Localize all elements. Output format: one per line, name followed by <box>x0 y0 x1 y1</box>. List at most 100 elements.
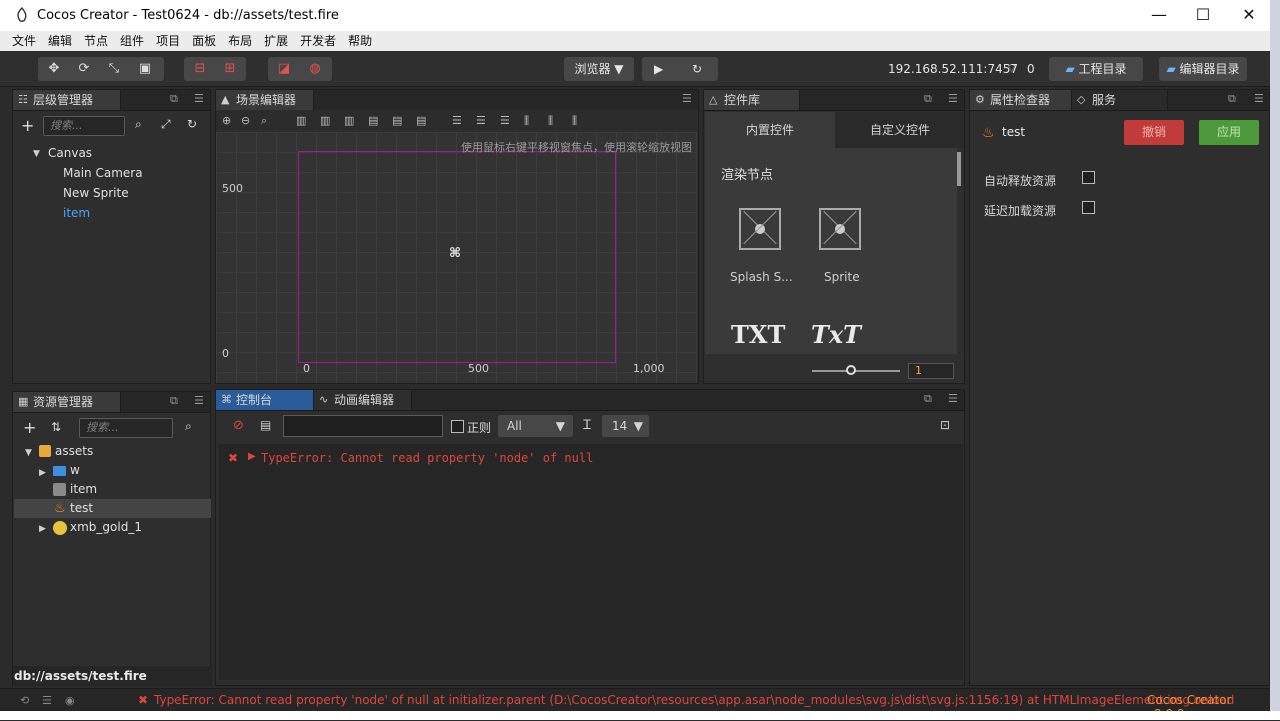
panel-menu-icon[interactable]: ☰ <box>1254 92 1264 105</box>
menu-component[interactable]: 组件 <box>114 31 150 51</box>
zoom-slider-thumb[interactable] <box>846 365 856 375</box>
zoom-in-icon[interactable]: ⊕ <box>222 114 231 127</box>
tab-custom-widgets[interactable]: 自定义控件 <box>835 112 964 148</box>
expand-caret-icon[interactable]: ▶ <box>248 451 256 462</box>
zoom-slider-track[interactable] <box>812 370 900 372</box>
move-tool-icon[interactable]: ✥ <box>41 57 67 81</box>
align-vcenter-icon[interactable]: ▥ <box>320 114 330 127</box>
popout-icon[interactable]: ⧉ <box>924 92 932 106</box>
distribute-vcenter-icon[interactable]: ☰ <box>476 114 486 127</box>
menu-help[interactable]: 帮助 <box>342 31 378 51</box>
align-right-icon[interactable]: ▤ <box>416 114 426 127</box>
distribute-hcenter-icon[interactable]: ⫼ <box>548 114 553 128</box>
rotate-tool-icon[interactable]: ⟳ <box>71 57 97 81</box>
asset-scene-test[interactable]: test <box>70 501 93 515</box>
tab-hierarchy[interactable]: ☷ 层级管理器 <box>13 90 121 110</box>
align-bottom-icon[interactable]: ▥ <box>344 114 354 127</box>
sort-icon[interactable]: ⇅ <box>51 420 61 434</box>
menu-layout[interactable]: 布局 <box>222 31 258 51</box>
node-gizmo-icon[interactable]: ⌘ <box>449 246 461 261</box>
node-canvas[interactable]: Canvas <box>48 146 92 160</box>
status-refresh-icon[interactable]: ⟲ <box>20 694 29 707</box>
search-icon[interactable]: ⌕ <box>135 117 142 132</box>
node-item[interactable]: item <box>63 206 90 220</box>
popout-icon[interactable]: ⧉ <box>170 92 178 106</box>
log-level-select[interactable]: All ▼ <box>498 415 573 437</box>
caret-down-icon[interactable]: ▼ <box>33 149 40 159</box>
maximize-button[interactable]: ☐ <box>1180 0 1226 31</box>
gizmo-2d-icon[interactable]: ◪ <box>271 57 297 81</box>
distribute-bottom-icon[interactable]: ☰ <box>500 114 510 127</box>
align-hcenter-icon[interactable]: ▤ <box>392 114 402 127</box>
preview-platform-select[interactable]: 浏览器 ▼ <box>564 57 634 81</box>
tab-scene[interactable]: ▲ 场景编辑器 <box>216 90 314 110</box>
panel-menu-icon[interactable]: ☰ <box>194 92 204 105</box>
revert-button[interactable]: 撤销 <box>1124 120 1184 145</box>
menu-extension[interactable]: 扩展 <box>258 31 294 51</box>
align-left-icon[interactable]: ▤ <box>368 114 378 127</box>
menu-node[interactable]: 节点 <box>78 31 114 51</box>
label-widget-icon[interactable]: TXT <box>731 320 785 349</box>
pivot-local-icon[interactable]: ⊟ <box>187 57 213 81</box>
apply-button[interactable]: 应用 <box>1199 120 1259 145</box>
panel-menu-icon[interactable]: ☰ <box>948 92 958 105</box>
splash-sprite-icon[interactable] <box>739 208 781 250</box>
pivot-center-icon[interactable]: ⊞ <box>217 57 243 81</box>
tab-console[interactable]: ⌘ 控制台 <box>216 390 314 410</box>
refresh-hierarchy-icon[interactable]: ↻ <box>187 117 197 131</box>
menu-panel[interactable]: 面板 <box>186 31 222 51</box>
panel-menu-icon[interactable]: ☰ <box>948 392 958 405</box>
clear-console-icon[interactable]: ⊘ <box>233 418 244 433</box>
caret-right-icon[interactable]: ▶ <box>39 524 46 534</box>
scrollbar[interactable] <box>957 152 961 186</box>
status-error-message[interactable]: TypeError: Cannot read property 'node' o… <box>154 693 1234 707</box>
open-editor-dir-button[interactable]: ▰ 编辑器目录 <box>1159 57 1247 81</box>
richtext-widget-icon[interactable]: TxT <box>811 320 861 349</box>
regex-checkbox[interactable] <box>451 420 464 433</box>
menu-developer[interactable]: 开发者 <box>294 31 342 51</box>
scale-tool-icon[interactable]: ⤡ <box>101 57 127 81</box>
open-project-dir-button[interactable]: ▰ 工程目录 <box>1049 57 1143 81</box>
menu-edit[interactable]: 编辑 <box>42 31 78 51</box>
font-size-select[interactable]: 14 ▼ <box>602 415 649 437</box>
zoom-reset-icon[interactable]: ⌕ <box>261 114 267 128</box>
tab-assets[interactable]: ▦ 资源管理器 <box>13 392 121 412</box>
align-top-icon[interactable]: ▥ <box>296 114 306 127</box>
hierarchy-search-input[interactable]: 搜索... <box>43 116 125 136</box>
tab-animation[interactable]: ∿ 动画编辑器 <box>314 390 412 410</box>
zoom-out-icon[interactable]: ⊖ <box>241 114 250 127</box>
add-asset-icon[interactable]: + <box>23 418 36 437</box>
popout-icon[interactable]: ⧉ <box>1228 92 1236 106</box>
distribute-top-icon[interactable]: ☰ <box>452 114 462 127</box>
tab-widgets[interactable]: △ 控件库 <box>704 90 800 110</box>
scene-canvas[interactable]: 使用鼠标右键平移视窗焦点，使用滚轮缩放视图 500 0 0 500 1,000 … <box>216 132 697 383</box>
popout-icon[interactable]: ⧉ <box>924 392 932 406</box>
minimize-button[interactable]: — <box>1136 0 1182 31</box>
panel-menu-icon[interactable]: ☰ <box>682 92 692 105</box>
tab-services[interactable]: ◇ 服务 <box>1072 90 1168 110</box>
panel-menu-icon[interactable]: ☰ <box>194 394 204 407</box>
tab-builtin-widgets[interactable]: 内置控件 <box>705 112 835 148</box>
refresh-icon[interactable]: ↻ <box>692 57 702 81</box>
node-main-camera[interactable]: Main Camera <box>63 166 143 180</box>
rect-tool-icon[interactable]: ▣ <box>132 57 158 81</box>
close-button[interactable]: ✕ <box>1226 0 1272 31</box>
zoom-value-input[interactable]: 1 <box>908 363 954 379</box>
popout-icon[interactable]: ⧉ <box>170 394 178 408</box>
collapse-icon[interactable]: ⊡ <box>940 418 950 432</box>
asset-folder-w[interactable]: w <box>70 463 80 477</box>
open-log-icon[interactable]: ▤ <box>260 418 271 432</box>
asset-prefab-item[interactable]: item <box>70 482 97 496</box>
expand-all-icon[interactable]: ⤢ <box>161 117 171 132</box>
caret-down-icon[interactable]: ▼ <box>25 448 32 458</box>
lazy-load-checkbox[interactable] <box>1082 201 1095 214</box>
search-icon[interactable]: ⌕ <box>185 419 192 434</box>
status-eye-icon[interactable]: ◉ <box>65 694 75 707</box>
auto-release-checkbox[interactable] <box>1082 171 1095 184</box>
sprite-icon[interactable] <box>819 208 861 250</box>
asset-xmb-gold[interactable]: xmb_gold_1 <box>70 520 142 534</box>
status-db-icon[interactable]: ☰ <box>42 694 52 707</box>
console-error-message[interactable]: TypeError: Cannot read property 'node' o… <box>261 451 593 465</box>
tab-inspector[interactable]: ⚙ 属性检查器 <box>970 90 1072 110</box>
console-filter-input[interactable] <box>283 415 443 437</box>
